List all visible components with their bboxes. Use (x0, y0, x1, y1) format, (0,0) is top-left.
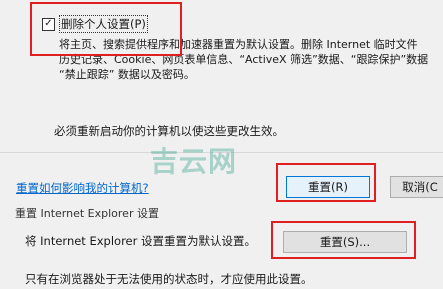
description-text: 将主页、搜索提供程序和加速器重置为默认设置。删除 Internet 临时文件 历… (59, 37, 443, 82)
cancel-button[interactable]: 取消(C (390, 176, 443, 198)
description-line: 历史记录、Cookie、网页表单信息、“ActiveX 筛选”数据、“跟踪保护”… (59, 53, 429, 66)
reset-ie-section-title: 重置 Internet Explorer 设置 (15, 207, 159, 220)
reset-ie-button[interactable]: 重置(S)... (283, 231, 407, 253)
delete-personal-settings-label[interactable]: 删除个人设置(P) (59, 15, 148, 33)
description-line: 将主页、搜索提供程序和加速器重置为默认设置。删除 Internet 临时文件 (59, 38, 418, 51)
reset-help-link[interactable]: 重置如何影响我的计算机? (16, 180, 149, 196)
reset-ie-note: 只有在浏览器处于无法使用的状态时，才应使用此设置。 (25, 272, 313, 286)
reset-ie-description: 将 Internet Explorer 设置重置为默认设置。 (25, 234, 257, 248)
watermark-logo: 吉云网 (150, 145, 238, 178)
description-line: “禁止跟踪” 数据以及密码。 (59, 68, 195, 81)
delete-personal-settings-option[interactable]: ✓ 删除个人设置(P) (42, 14, 148, 34)
reset-dialog-body: ✓ 删除个人设置(P) 将主页、搜索提供程序和加速器重置为默认设置。删除 Int… (0, 0, 443, 152)
reset-confirm-button[interactable]: 重置(R) (286, 176, 370, 198)
restart-note: 必须重新启动你的计算机以使这些更改生效。 (54, 124, 284, 138)
delete-personal-settings-checkbox[interactable]: ✓ (42, 17, 55, 31)
